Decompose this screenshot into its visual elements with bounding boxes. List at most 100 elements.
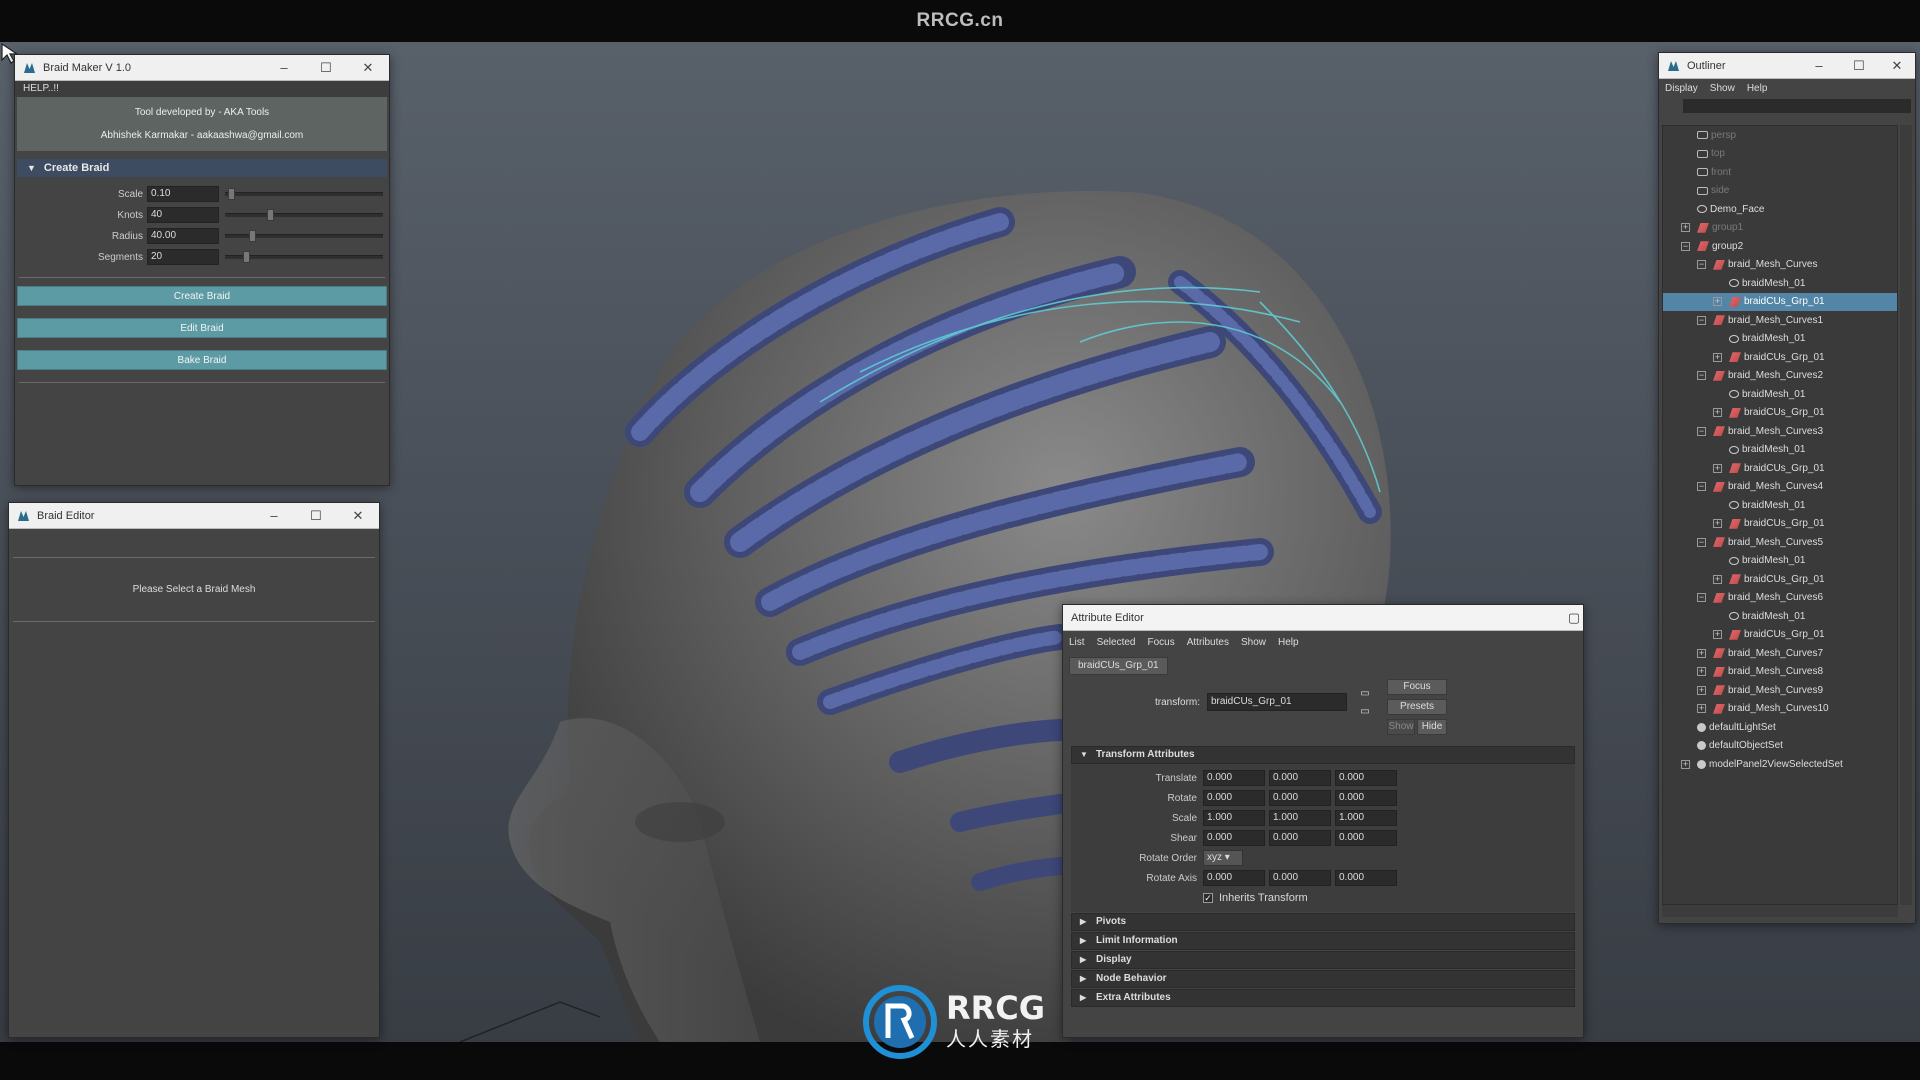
outliner-item[interactable]: − braid_Mesh_Curves3 [1663,422,1897,441]
shear-x-field[interactable]: 0.000 [1203,830,1265,846]
menu-display[interactable]: Display [1665,83,1698,94]
minimize-icon[interactable]: – [1799,58,1839,73]
outliner-item[interactable]: braidMesh_01 [1663,607,1897,626]
outliner-item[interactable]: braidMesh_01 [1663,330,1897,349]
node-behavior-header[interactable]: ▶ Node Behavior [1071,970,1575,988]
rotate-axis-z-field[interactable]: 0.000 [1335,870,1397,886]
menu-show[interactable]: Show [1241,637,1266,648]
outliner-item[interactable]: − braid_Mesh_Curves [1663,256,1897,275]
bake-braid-button[interactable]: Bake Braid [17,350,387,370]
pivots-header[interactable]: ▶ Pivots [1071,913,1575,931]
rotate-axis-x-field[interactable]: 0.000 [1203,870,1265,886]
expand-toggle-icon[interactable]: + [1713,463,1722,473]
braid-editor-titlebar[interactable]: Braid Editor – ☐ ✕ [9,503,379,529]
expand-toggle-icon[interactable]: + [1713,574,1722,584]
rotate-x-field[interactable]: 0.000 [1203,790,1265,806]
menu-list[interactable]: List [1069,637,1085,648]
close-icon[interactable]: ✕ [1879,58,1915,74]
knots-slider[interactable] [225,209,383,221]
outliner-item[interactable]: + braid_Mesh_Curves7 [1663,644,1897,663]
outliner-item[interactable]: front [1663,163,1897,182]
shear-y-field[interactable]: 0.000 [1269,830,1331,846]
shear-z-field[interactable]: 0.000 [1335,830,1397,846]
radius-slider[interactable] [225,230,383,242]
scale-slider[interactable] [225,188,383,200]
maximize-icon[interactable]: ☐ [305,60,347,76]
translate-x-field[interactable]: 0.000 [1203,770,1265,786]
outliner-item[interactable]: + modelPanel2ViewSelectedSet [1663,755,1897,774]
menu-selected[interactable]: Selected [1097,637,1136,648]
vertical-scrollbar[interactable] [1900,125,1912,905]
scale-z-field[interactable]: 1.000 [1335,810,1397,826]
expand-toggle-icon[interactable]: − [1697,482,1706,492]
outliner-item[interactable]: + braidCUs_Grp_01 [1663,626,1897,645]
braid-maker-titlebar[interactable]: Braid Maker V 1.0 – ☐ ✕ [15,55,389,81]
outliner-item[interactable]: − braid_Mesh_Curves4 [1663,478,1897,497]
maximize-icon[interactable]: ☐ [1839,58,1879,74]
expand-toggle-icon[interactable]: + [1681,759,1690,769]
outliner-item[interactable]: − braid_Mesh_Curves6 [1663,589,1897,608]
expand-toggle-icon[interactable]: + [1681,223,1690,233]
rotate-axis-y-field[interactable]: 0.000 [1269,870,1331,886]
segments-field[interactable]: 20 [147,249,219,265]
radius-field[interactable]: 40.00 [147,228,219,244]
scale-field[interactable]: 0.10 [147,186,219,202]
slider-thumb[interactable] [249,230,256,242]
expand-toggle-icon[interactable]: − [1697,260,1706,270]
slider-thumb[interactable] [243,251,250,263]
close-icon[interactable]: ✕ [347,60,389,76]
outliner-item[interactable]: + braid_Mesh_Curves10 [1663,700,1897,719]
outliner-item[interactable]: braidMesh_01 [1663,552,1897,571]
outliner-tree[interactable]: persp top front side Demo_Face + group1− group2… [1662,125,1898,905]
node-up-icon[interactable]: ▭ [1359,687,1371,703]
menu-attributes[interactable]: Attributes [1187,637,1229,648]
expand-toggle-icon[interactable]: + [1713,408,1722,418]
expand-toggle-icon[interactable]: + [1697,685,1706,695]
transform-attributes-header[interactable]: ▼ Transform Attributes [1071,746,1575,764]
attribute-editor-titlebar[interactable]: Attribute Editor ▢ [1063,605,1583,631]
scale-y-field[interactable]: 1.000 [1269,810,1331,826]
outliner-item[interactable]: + braidCUs_Grp_01 [1663,348,1897,367]
maximize-icon[interactable]: ☐ [295,508,337,524]
rotate-z-field[interactable]: 0.000 [1335,790,1397,806]
slider-thumb[interactable] [267,209,274,221]
outliner-item[interactable]: defaultObjectSet [1663,737,1897,756]
outliner-item[interactable]: + group1 [1663,219,1897,238]
expand-toggle-icon[interactable]: − [1697,315,1706,325]
presets-button[interactable]: Presets [1387,699,1447,715]
expand-toggle-icon[interactable]: + [1697,667,1706,677]
translate-z-field[interactable]: 0.000 [1335,770,1397,786]
display-header[interactable]: ▶ Display [1071,951,1575,969]
expand-toggle-icon[interactable]: + [1697,648,1706,658]
close-icon[interactable]: ▢ [1565,610,1583,626]
close-icon[interactable]: ✕ [337,508,379,524]
expand-toggle-icon[interactable]: + [1713,297,1722,307]
expand-toggle-icon[interactable]: − [1697,371,1706,381]
segments-slider[interactable] [225,251,383,263]
scale-x-field[interactable]: 1.000 [1203,810,1265,826]
help-menu[interactable]: HELP..!! [15,81,389,97]
outliner-item[interactable]: braidMesh_01 [1663,274,1897,293]
outliner-item[interactable]: − braid_Mesh_Curves1 [1663,311,1897,330]
outliner-item[interactable]: braidMesh_01 [1663,496,1897,515]
outliner-item[interactable]: + braidCUs_Grp_01 [1663,404,1897,423]
show-button[interactable]: Show [1387,719,1415,735]
outliner-item[interactable]: − braid_Mesh_Curves2 [1663,367,1897,386]
expand-toggle-icon[interactable]: + [1697,704,1706,714]
hide-button[interactable]: Hide [1417,719,1447,735]
outliner-item[interactable]: side [1663,182,1897,201]
expand-toggle-icon[interactable]: + [1713,519,1722,529]
transform-name-field[interactable]: braidCUs_Grp_01 [1207,693,1347,711]
outliner-item[interactable]: + braidCUs_Grp_01 [1663,292,1897,311]
outliner-item[interactable]: + braidCUs_Grp_01 [1663,515,1897,534]
rotate-order-dropdown[interactable]: xyz ▾ [1203,850,1243,866]
outliner-item[interactable]: + braid_Mesh_Curves9 [1663,681,1897,700]
translate-y-field[interactable]: 0.000 [1269,770,1331,786]
expand-toggle-icon[interactable]: − [1697,593,1706,603]
outliner-item[interactable]: + braidCUs_Grp_01 [1663,459,1897,478]
focus-button[interactable]: Focus [1387,679,1447,695]
search-input[interactable] [1683,99,1911,113]
minimize-icon[interactable]: – [263,60,305,75]
outliner-item[interactable]: braidMesh_01 [1663,441,1897,460]
outliner-item[interactable]: + braidCUs_Grp_01 [1663,570,1897,589]
